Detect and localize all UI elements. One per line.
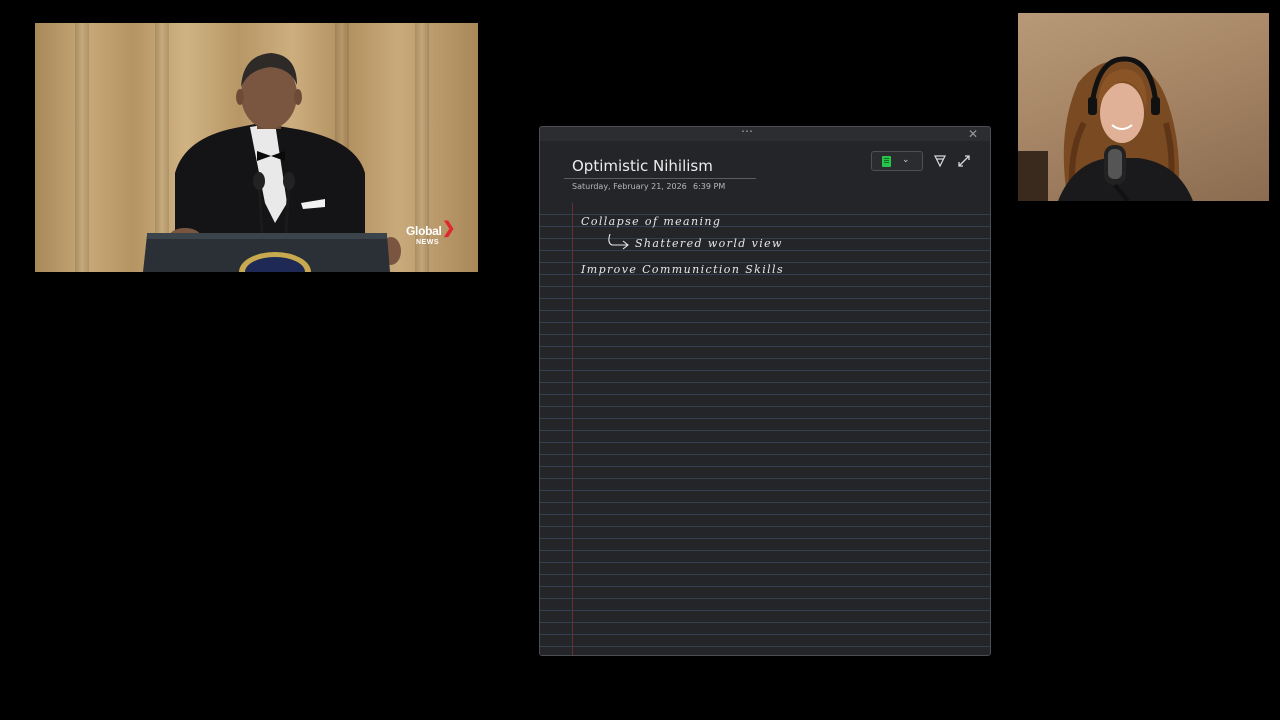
chevron-down-icon: ⌄ — [902, 154, 910, 164]
ink-line-2: Shattered world view — [635, 237, 783, 250]
video-feed-left: Global ❯ NEWS — [35, 23, 478, 272]
title-divider — [564, 178, 756, 179]
video-feed-webcam — [1018, 13, 1269, 201]
drag-dots-icon[interactable]: ⋯ — [740, 127, 754, 139]
note-time: 6:39 PM — [693, 182, 726, 191]
ink-line-1: Collapse of meaning — [581, 215, 722, 228]
note-title[interactable]: Optimistic Nihilism — [572, 157, 713, 175]
expand-icon[interactable] — [956, 153, 972, 169]
logo-text-global: Global — [406, 224, 442, 238]
webcam-person-image — [1018, 56, 1193, 201]
logo-chevron-icon: ❯ — [442, 220, 456, 237]
logo-text-news: NEWS — [416, 239, 439, 246]
close-icon[interactable]: ✕ — [966, 127, 980, 141]
note-date: Saturday, February 21, 2026 — [572, 182, 687, 191]
note-titlebar[interactable]: ⋯ ✕ — [540, 127, 990, 141]
ink-arrow-icon — [608, 233, 629, 250]
margin-line — [572, 203, 573, 655]
sticky-note-window[interactable]: ⋯ ✕ Optimistic Nihilism Saturday, Februa… — [539, 126, 991, 656]
pen-tool-icon[interactable] — [932, 153, 948, 169]
ink-line-3: Improve Communiction Skills — [581, 263, 785, 276]
notebook-color-button[interactable]: ⌄ — [871, 151, 923, 171]
note-header: Optimistic Nihilism Saturday, February 2… — [540, 141, 990, 203]
screen: Global ❯ NEWS ⋯ ✕ Optimistic Nihilism Sa… — [0, 0, 1280, 720]
note-canvas[interactable]: Collapse of meaning Shattered world view… — [540, 203, 990, 655]
global-news-logo: Global ❯ NEWS — [406, 221, 455, 247]
notebook-color-icon — [882, 156, 891, 167]
